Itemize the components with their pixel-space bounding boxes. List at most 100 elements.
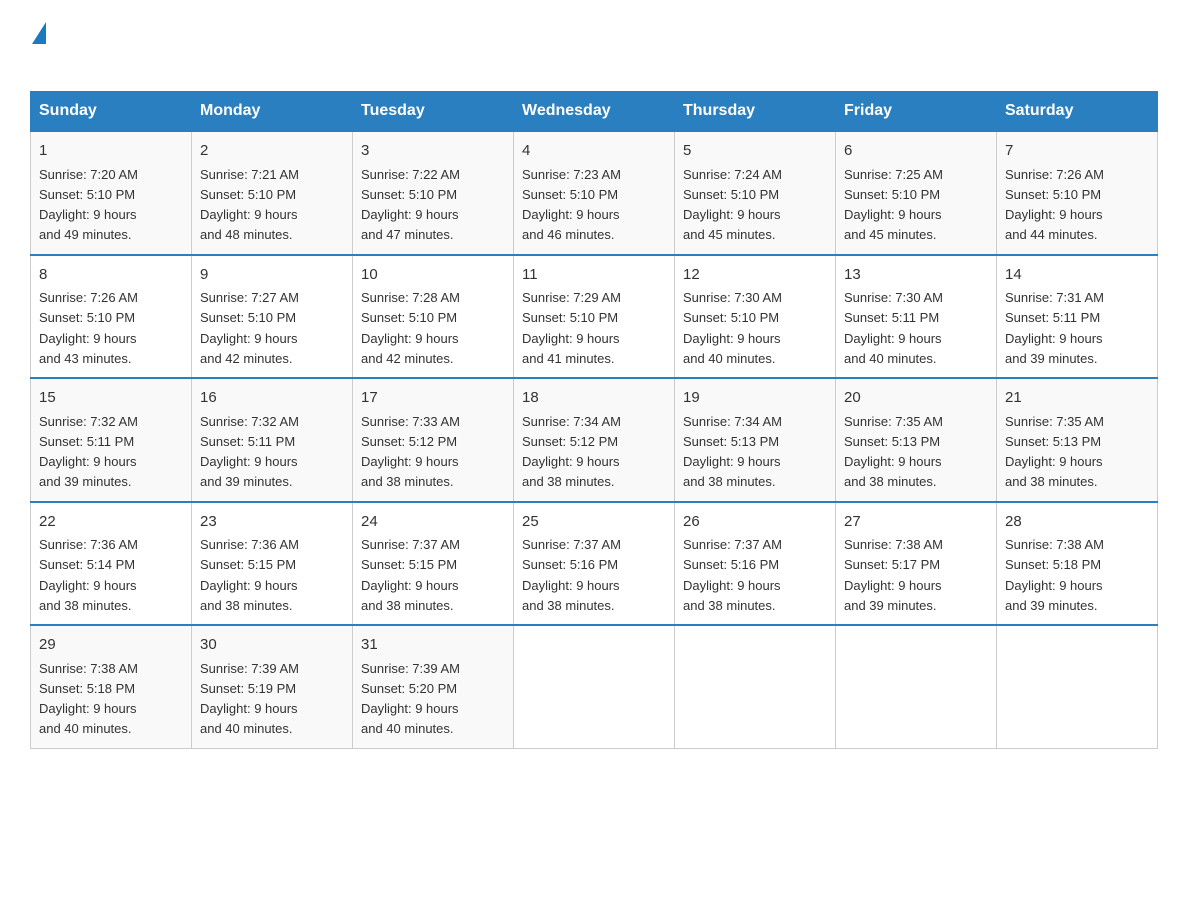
calendar-cell: 17 Sunrise: 7:33 AMSunset: 5:12 PMDaylig… <box>353 378 514 502</box>
calendar-cell: 8 Sunrise: 7:26 AMSunset: 5:10 PMDayligh… <box>31 255 192 379</box>
day-info: Sunrise: 7:30 AMSunset: 5:10 PMDaylight:… <box>683 290 782 366</box>
day-number: 26 <box>683 511 827 534</box>
calendar-cell: 20 Sunrise: 7:35 AMSunset: 5:13 PMDaylig… <box>836 378 997 502</box>
calendar-cell <box>997 625 1158 748</box>
day-info: Sunrise: 7:36 AMSunset: 5:15 PMDaylight:… <box>200 537 299 613</box>
day-info: Sunrise: 7:24 AMSunset: 5:10 PMDaylight:… <box>683 167 782 243</box>
calendar-cell: 10 Sunrise: 7:28 AMSunset: 5:10 PMDaylig… <box>353 255 514 379</box>
calendar-cell: 14 Sunrise: 7:31 AMSunset: 5:11 PMDaylig… <box>997 255 1158 379</box>
day-number: 13 <box>844 264 988 287</box>
day-info: Sunrise: 7:36 AMSunset: 5:14 PMDaylight:… <box>39 537 138 613</box>
calendar-week-row: 29 Sunrise: 7:38 AMSunset: 5:18 PMDaylig… <box>31 625 1158 748</box>
calendar-cell: 13 Sunrise: 7:30 AMSunset: 5:11 PMDaylig… <box>836 255 997 379</box>
calendar-cell: 25 Sunrise: 7:37 AMSunset: 5:16 PMDaylig… <box>514 502 675 626</box>
day-info: Sunrise: 7:25 AMSunset: 5:10 PMDaylight:… <box>844 167 943 243</box>
calendar-cell: 4 Sunrise: 7:23 AMSunset: 5:10 PMDayligh… <box>514 131 675 255</box>
column-header-thursday: Thursday <box>675 92 836 132</box>
calendar-cell: 7 Sunrise: 7:26 AMSunset: 5:10 PMDayligh… <box>997 131 1158 255</box>
day-number: 30 <box>200 634 344 657</box>
column-header-monday: Monday <box>192 92 353 132</box>
day-info: Sunrise: 7:39 AMSunset: 5:19 PMDaylight:… <box>200 661 299 737</box>
calendar-cell: 5 Sunrise: 7:24 AMSunset: 5:10 PMDayligh… <box>675 131 836 255</box>
day-info: Sunrise: 7:30 AMSunset: 5:11 PMDaylight:… <box>844 290 943 366</box>
day-number: 15 <box>39 387 183 410</box>
day-number: 20 <box>844 387 988 410</box>
day-info: Sunrise: 7:38 AMSunset: 5:18 PMDaylight:… <box>1005 537 1104 613</box>
day-info: Sunrise: 7:20 AMSunset: 5:10 PMDaylight:… <box>39 167 138 243</box>
calendar-cell: 27 Sunrise: 7:38 AMSunset: 5:17 PMDaylig… <box>836 502 997 626</box>
header-row: SundayMondayTuesdayWednesdayThursdayFrid… <box>31 92 1158 132</box>
day-number: 29 <box>39 634 183 657</box>
day-info: Sunrise: 7:28 AMSunset: 5:10 PMDaylight:… <box>361 290 460 366</box>
calendar-cell: 11 Sunrise: 7:29 AMSunset: 5:10 PMDaylig… <box>514 255 675 379</box>
column-header-tuesday: Tuesday <box>353 92 514 132</box>
calendar-cell: 30 Sunrise: 7:39 AMSunset: 5:19 PMDaylig… <box>192 625 353 748</box>
day-number: 10 <box>361 264 505 287</box>
day-info: Sunrise: 7:22 AMSunset: 5:10 PMDaylight:… <box>361 167 460 243</box>
calendar-cell: 29 Sunrise: 7:38 AMSunset: 5:18 PMDaylig… <box>31 625 192 748</box>
calendar-cell: 9 Sunrise: 7:27 AMSunset: 5:10 PMDayligh… <box>192 255 353 379</box>
day-info: Sunrise: 7:38 AMSunset: 5:17 PMDaylight:… <box>844 537 943 613</box>
day-number: 18 <box>522 387 666 410</box>
calendar-table: SundayMondayTuesdayWednesdayThursdayFrid… <box>30 91 1158 749</box>
day-info: Sunrise: 7:26 AMSunset: 5:10 PMDaylight:… <box>1005 167 1104 243</box>
logo <box>30 20 48 73</box>
day-number: 5 <box>683 140 827 163</box>
day-number: 28 <box>1005 511 1149 534</box>
calendar-week-row: 1 Sunrise: 7:20 AMSunset: 5:10 PMDayligh… <box>31 131 1158 255</box>
calendar-cell: 1 Sunrise: 7:20 AMSunset: 5:10 PMDayligh… <box>31 131 192 255</box>
day-info: Sunrise: 7:26 AMSunset: 5:10 PMDaylight:… <box>39 290 138 366</box>
day-number: 22 <box>39 511 183 534</box>
calendar-cell: 19 Sunrise: 7:34 AMSunset: 5:13 PMDaylig… <box>675 378 836 502</box>
day-number: 27 <box>844 511 988 534</box>
day-number: 8 <box>39 264 183 287</box>
day-number: 2 <box>200 140 344 163</box>
day-number: 16 <box>200 387 344 410</box>
column-header-saturday: Saturday <box>997 92 1158 132</box>
calendar-cell: 15 Sunrise: 7:32 AMSunset: 5:11 PMDaylig… <box>31 378 192 502</box>
calendar-cell: 22 Sunrise: 7:36 AMSunset: 5:14 PMDaylig… <box>31 502 192 626</box>
day-number: 19 <box>683 387 827 410</box>
calendar-cell: 31 Sunrise: 7:39 AMSunset: 5:20 PMDaylig… <box>353 625 514 748</box>
day-info: Sunrise: 7:29 AMSunset: 5:10 PMDaylight:… <box>522 290 621 366</box>
day-info: Sunrise: 7:31 AMSunset: 5:11 PMDaylight:… <box>1005 290 1104 366</box>
day-info: Sunrise: 7:37 AMSunset: 5:16 PMDaylight:… <box>522 537 621 613</box>
day-number: 11 <box>522 264 666 287</box>
calendar-header: SundayMondayTuesdayWednesdayThursdayFrid… <box>31 92 1158 132</box>
day-number: 4 <box>522 140 666 163</box>
day-info: Sunrise: 7:27 AMSunset: 5:10 PMDaylight:… <box>200 290 299 366</box>
column-header-sunday: Sunday <box>31 92 192 132</box>
calendar-cell: 26 Sunrise: 7:37 AMSunset: 5:16 PMDaylig… <box>675 502 836 626</box>
day-info: Sunrise: 7:34 AMSunset: 5:13 PMDaylight:… <box>683 414 782 490</box>
column-header-wednesday: Wednesday <box>514 92 675 132</box>
calendar-body: 1 Sunrise: 7:20 AMSunset: 5:10 PMDayligh… <box>31 131 1158 748</box>
calendar-week-row: 22 Sunrise: 7:36 AMSunset: 5:14 PMDaylig… <box>31 502 1158 626</box>
day-number: 21 <box>1005 387 1149 410</box>
day-number: 3 <box>361 140 505 163</box>
day-info: Sunrise: 7:38 AMSunset: 5:18 PMDaylight:… <box>39 661 138 737</box>
day-info: Sunrise: 7:23 AMSunset: 5:10 PMDaylight:… <box>522 167 621 243</box>
calendar-cell: 24 Sunrise: 7:37 AMSunset: 5:15 PMDaylig… <box>353 502 514 626</box>
day-number: 9 <box>200 264 344 287</box>
day-info: Sunrise: 7:34 AMSunset: 5:12 PMDaylight:… <box>522 414 621 490</box>
calendar-cell: 21 Sunrise: 7:35 AMSunset: 5:13 PMDaylig… <box>997 378 1158 502</box>
column-header-friday: Friday <box>836 92 997 132</box>
calendar-cell: 3 Sunrise: 7:22 AMSunset: 5:10 PMDayligh… <box>353 131 514 255</box>
day-info: Sunrise: 7:35 AMSunset: 5:13 PMDaylight:… <box>844 414 943 490</box>
calendar-cell: 12 Sunrise: 7:30 AMSunset: 5:10 PMDaylig… <box>675 255 836 379</box>
day-number: 1 <box>39 140 183 163</box>
day-info: Sunrise: 7:32 AMSunset: 5:11 PMDaylight:… <box>39 414 138 490</box>
calendar-cell: 18 Sunrise: 7:34 AMSunset: 5:12 PMDaylig… <box>514 378 675 502</box>
logo-triangle-icon <box>32 22 46 44</box>
calendar-week-row: 8 Sunrise: 7:26 AMSunset: 5:10 PMDayligh… <box>31 255 1158 379</box>
day-info: Sunrise: 7:39 AMSunset: 5:20 PMDaylight:… <box>361 661 460 737</box>
day-info: Sunrise: 7:33 AMSunset: 5:12 PMDaylight:… <box>361 414 460 490</box>
calendar-cell <box>836 625 997 748</box>
calendar-week-row: 15 Sunrise: 7:32 AMSunset: 5:11 PMDaylig… <box>31 378 1158 502</box>
day-info: Sunrise: 7:37 AMSunset: 5:16 PMDaylight:… <box>683 537 782 613</box>
calendar-cell <box>514 625 675 748</box>
day-number: 31 <box>361 634 505 657</box>
day-number: 23 <box>200 511 344 534</box>
day-info: Sunrise: 7:37 AMSunset: 5:15 PMDaylight:… <box>361 537 460 613</box>
calendar-cell: 2 Sunrise: 7:21 AMSunset: 5:10 PMDayligh… <box>192 131 353 255</box>
